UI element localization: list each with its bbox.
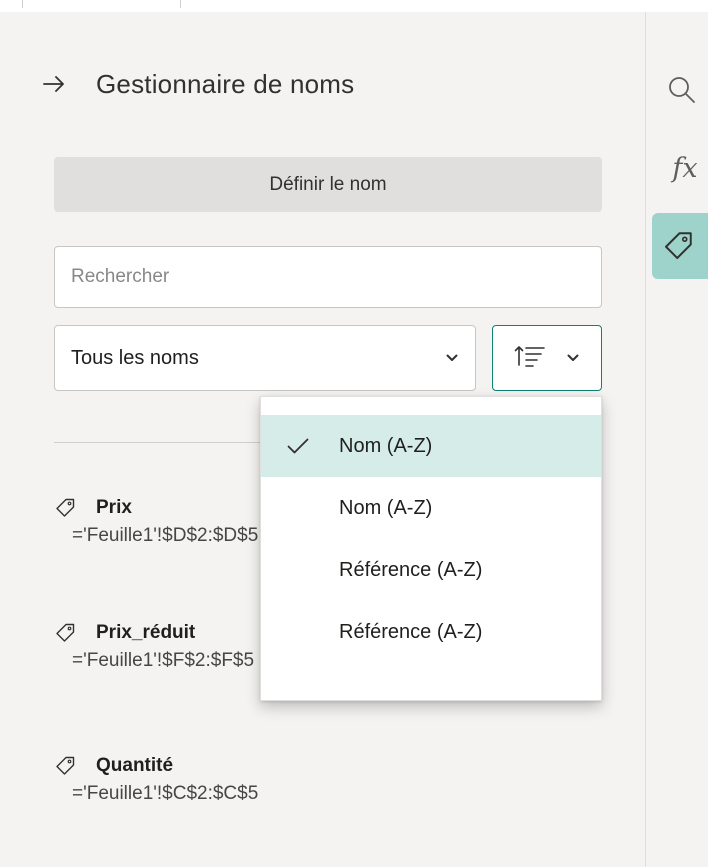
chevron-down-icon [566,351,580,365]
sort-button[interactable] [492,325,602,391]
menu-item-sort-reference[interactable]: Référence (A-Z) [261,601,601,663]
name-reference: ='Feuille1'!$F$2:$F$5 [72,650,255,671]
tag-icon [54,497,76,519]
pane-header: Gestionnaire de noms [42,62,354,106]
menu-item-sort-name[interactable]: Nom (A-Z) [261,477,601,539]
top-strip [0,0,708,12]
menu-item-sort-reference[interactable]: Référence (A-Z) [261,539,601,601]
sort-icon [514,345,546,372]
name-reference: ='Feuille1'!$C$2:$C$5 [72,783,259,804]
search-icon[interactable] [662,70,702,110]
name-label: Prix_réduit [96,622,196,643]
name-label: Prix [96,497,132,518]
check-icon [283,415,313,477]
name-reference: ='Feuille1'!$D$2:$D$5 [72,525,259,546]
app-root: Gestionnaire de noms Définir le nom Tous… [0,0,708,867]
chevron-down-icon [445,351,459,365]
pane-title: Gestionnaire de noms [96,68,355,99]
tag-icon [54,755,76,777]
tag-icon[interactable] [652,213,708,279]
menu-item-label: Référence (A-Z) [339,620,483,643]
list-item[interactable]: Prix ='Feuille1'!$D$2:$D$5 [54,497,258,547]
name-label: Quantité [96,755,174,776]
tick-mark [22,0,23,8]
define-name-button[interactable]: Définir le nom [54,157,602,212]
separator [54,442,264,443]
menu-item-label: Nom (A-Z) [339,496,433,519]
name-filter-select[interactable]: Tous les noms [54,325,476,391]
menu-item-label: Référence (A-Z) [339,558,483,581]
filter-selected-label: Tous les noms [71,346,199,369]
menu-item-sort-name[interactable]: Nom (A-Z) [261,415,601,477]
list-item[interactable]: Prix_réduit ='Feuille1'!$F$2:$F$5 [54,622,254,672]
tag-icon [54,622,76,644]
tick-mark [180,0,181,8]
list-item[interactable]: Quantité ='Feuille1'!$C$2:$C$5 [54,755,258,805]
search-input[interactable] [54,246,602,308]
arrow-right-icon[interactable] [42,72,66,96]
pane-divider [645,12,646,867]
function-icon[interactable]: fx [662,145,708,191]
sort-dropdown-menu: Nom (A-Z) Nom (A-Z) Référence (A-Z) Réfé… [260,396,602,701]
menu-item-label: Nom (A-Z) [339,434,433,457]
